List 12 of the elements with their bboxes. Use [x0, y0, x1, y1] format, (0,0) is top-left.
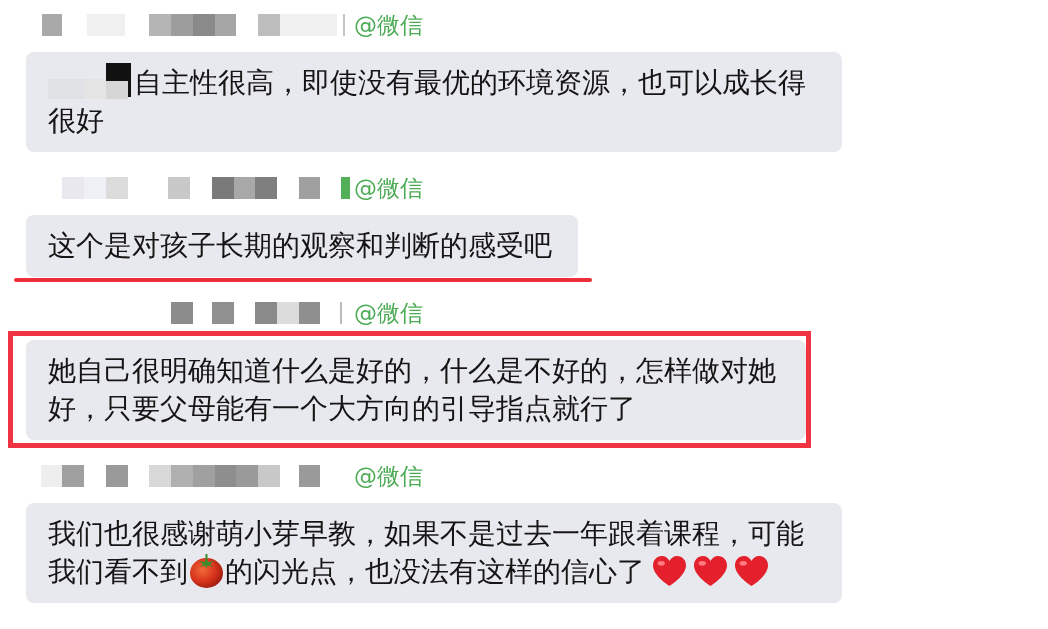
sender-tag: @微信 [354, 461, 423, 491]
message-text: 她自己很明确知道什么是好的，什么是不好的，怎样做对她好，只要父母能有一个大方向的引导指点就行了 [48, 353, 777, 427]
message-text: 我们也很感谢萌小芽早教，如果不是过去一年跟着课程，可能我们看不到 的闪光点，也没法有这样的信心了 [48, 516, 805, 590]
sender-tag: @微信 [354, 10, 423, 40]
heart-icon [653, 556, 686, 586]
sender-tag: @微信 [354, 298, 423, 328]
message-text: 自主性很高，即使没有最优的环境资源，也可以成长得很好 [48, 64, 816, 140]
tomato-icon [190, 554, 223, 588]
sender-tag: @微信 [354, 173, 423, 203]
heart-icon [694, 556, 727, 586]
message-text: 这个是对孩子长期的观察和判断的感受吧 [48, 228, 552, 264]
heart-icon [735, 556, 768, 586]
